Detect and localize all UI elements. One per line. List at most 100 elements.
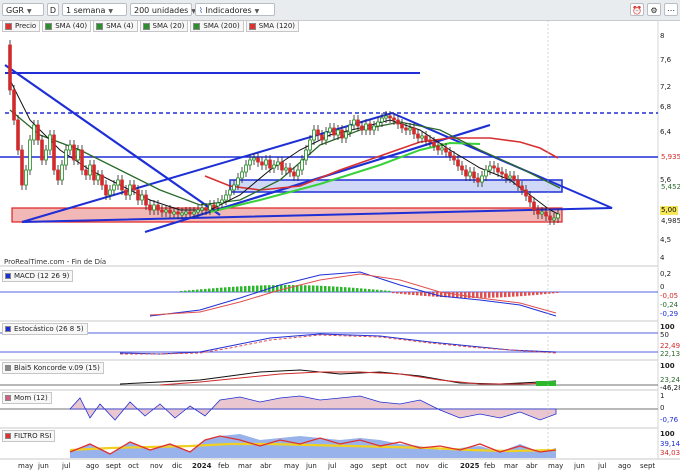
time-axis-label: mar [238, 462, 252, 470]
indicator-swatch [5, 433, 11, 439]
macd-bar [184, 290, 187, 292]
time-axis-label: nov [150, 462, 163, 470]
candle-body [136, 189, 140, 201]
macd-bar [512, 292, 515, 297]
candle-body [284, 167, 288, 171]
stoch-d-line [120, 334, 557, 355]
candle-body [88, 164, 92, 176]
macd-bar [508, 292, 511, 297]
indicator-title: Estocástico (26 8 5) [14, 325, 84, 333]
candle-body [208, 204, 212, 211]
candle-body [176, 211, 180, 215]
candle-body [236, 177, 240, 186]
candle-body [500, 171, 504, 175]
candle-body [444, 147, 448, 153]
price-tag-low: 4,985 [660, 217, 680, 226]
price-tick: 8 [660, 32, 665, 40]
stoch-k-line [119, 333, 557, 355]
candle-body [124, 189, 128, 196]
candle-body [328, 127, 332, 133]
candle-body [400, 123, 404, 129]
macd-bar [240, 286, 243, 292]
indicator-label-macd[interactable]: MACD (12 26 9) [2, 270, 74, 282]
candle-body [372, 125, 376, 131]
candle-body [336, 129, 340, 136]
macd-value: -0,24 [660, 301, 679, 309]
candle-body [84, 169, 88, 176]
triangle-pattern [21, 111, 613, 223]
indicator-swatch [5, 326, 11, 332]
candle-body [256, 157, 260, 163]
macd-bar [388, 290, 391, 292]
candle-body [112, 184, 116, 191]
time-axis-label: sept [106, 462, 122, 470]
candle-body [352, 119, 356, 126]
macd-value: -0,29 [660, 310, 679, 318]
macd-bar [280, 285, 283, 292]
macd-bar [312, 285, 315, 292]
candle-body [488, 165, 492, 171]
stoch-tick: 50 [660, 331, 669, 339]
price-tick: 6,4 [660, 128, 672, 136]
indicator-label-mom[interactable]: Mom (12) [2, 392, 52, 404]
macd-bar [328, 286, 331, 292]
candle-body [232, 184, 236, 191]
candle-body [36, 124, 40, 141]
macd-bar [536, 292, 539, 295]
macd-bar [324, 285, 327, 292]
macd-bar [364, 288, 367, 292]
candle-body [16, 119, 20, 151]
macd-bar [540, 292, 543, 295]
candle-body [72, 144, 76, 161]
candle-body [220, 199, 224, 204]
candle-body [292, 171, 296, 177]
sma-200-line [209, 141, 481, 213]
macd-bar [340, 286, 343, 292]
candle-body [316, 129, 320, 136]
price-tag-last: 5,00 [660, 206, 678, 215]
candle-body [260, 161, 264, 166]
candle-body [100, 174, 104, 186]
macd-bar [232, 286, 235, 292]
macd-bar [192, 289, 195, 292]
candle-body [480, 175, 484, 183]
candle-body [164, 209, 168, 213]
macd-bar [468, 292, 471, 298]
indicator-label-blai[interactable]: Blai5 Koncorde v.09 (15) [2, 362, 104, 374]
macd-bar [548, 292, 551, 294]
candle-body [248, 159, 252, 166]
price-tick: 4 [660, 254, 665, 262]
macd-bar [332, 286, 335, 292]
time-axis-label: oct [128, 462, 139, 470]
candle-body [24, 169, 28, 186]
price-tick: 7,2 [660, 83, 672, 91]
macd-bar [420, 292, 423, 296]
macd-bar [396, 292, 399, 294]
macd-signal-line [149, 273, 557, 316]
macd-bar [412, 292, 415, 296]
candle-body [108, 189, 112, 196]
macd-bar [464, 292, 467, 298]
candle-body [448, 151, 452, 157]
candle-body [8, 44, 12, 91]
candle-body [116, 179, 120, 186]
candle-body [380, 117, 384, 123]
indicator-label-rsi[interactable]: FILTRO RSI [2, 430, 56, 442]
macd-bar [516, 292, 519, 297]
blai-tick: 100 [660, 362, 675, 370]
candle-body [320, 134, 324, 141]
macd-bar [436, 292, 439, 297]
candle-body [324, 131, 328, 141]
watermark-text: ProRealTime.com - Fin de Día [4, 258, 107, 266]
candle-body [224, 194, 228, 201]
chart-canvas[interactable] [0, 0, 680, 474]
time-axis-label: sept [640, 462, 656, 470]
indicator-label-stoch[interactable]: Estocástico (26 8 5) [2, 323, 88, 335]
macd-bar [224, 287, 227, 292]
candle-body [544, 211, 548, 217]
candle-body [536, 209, 540, 215]
time-axis-label: jun [574, 462, 585, 470]
macd-bar [400, 292, 403, 294]
candle-body [516, 179, 520, 187]
candle-body [200, 207, 204, 211]
